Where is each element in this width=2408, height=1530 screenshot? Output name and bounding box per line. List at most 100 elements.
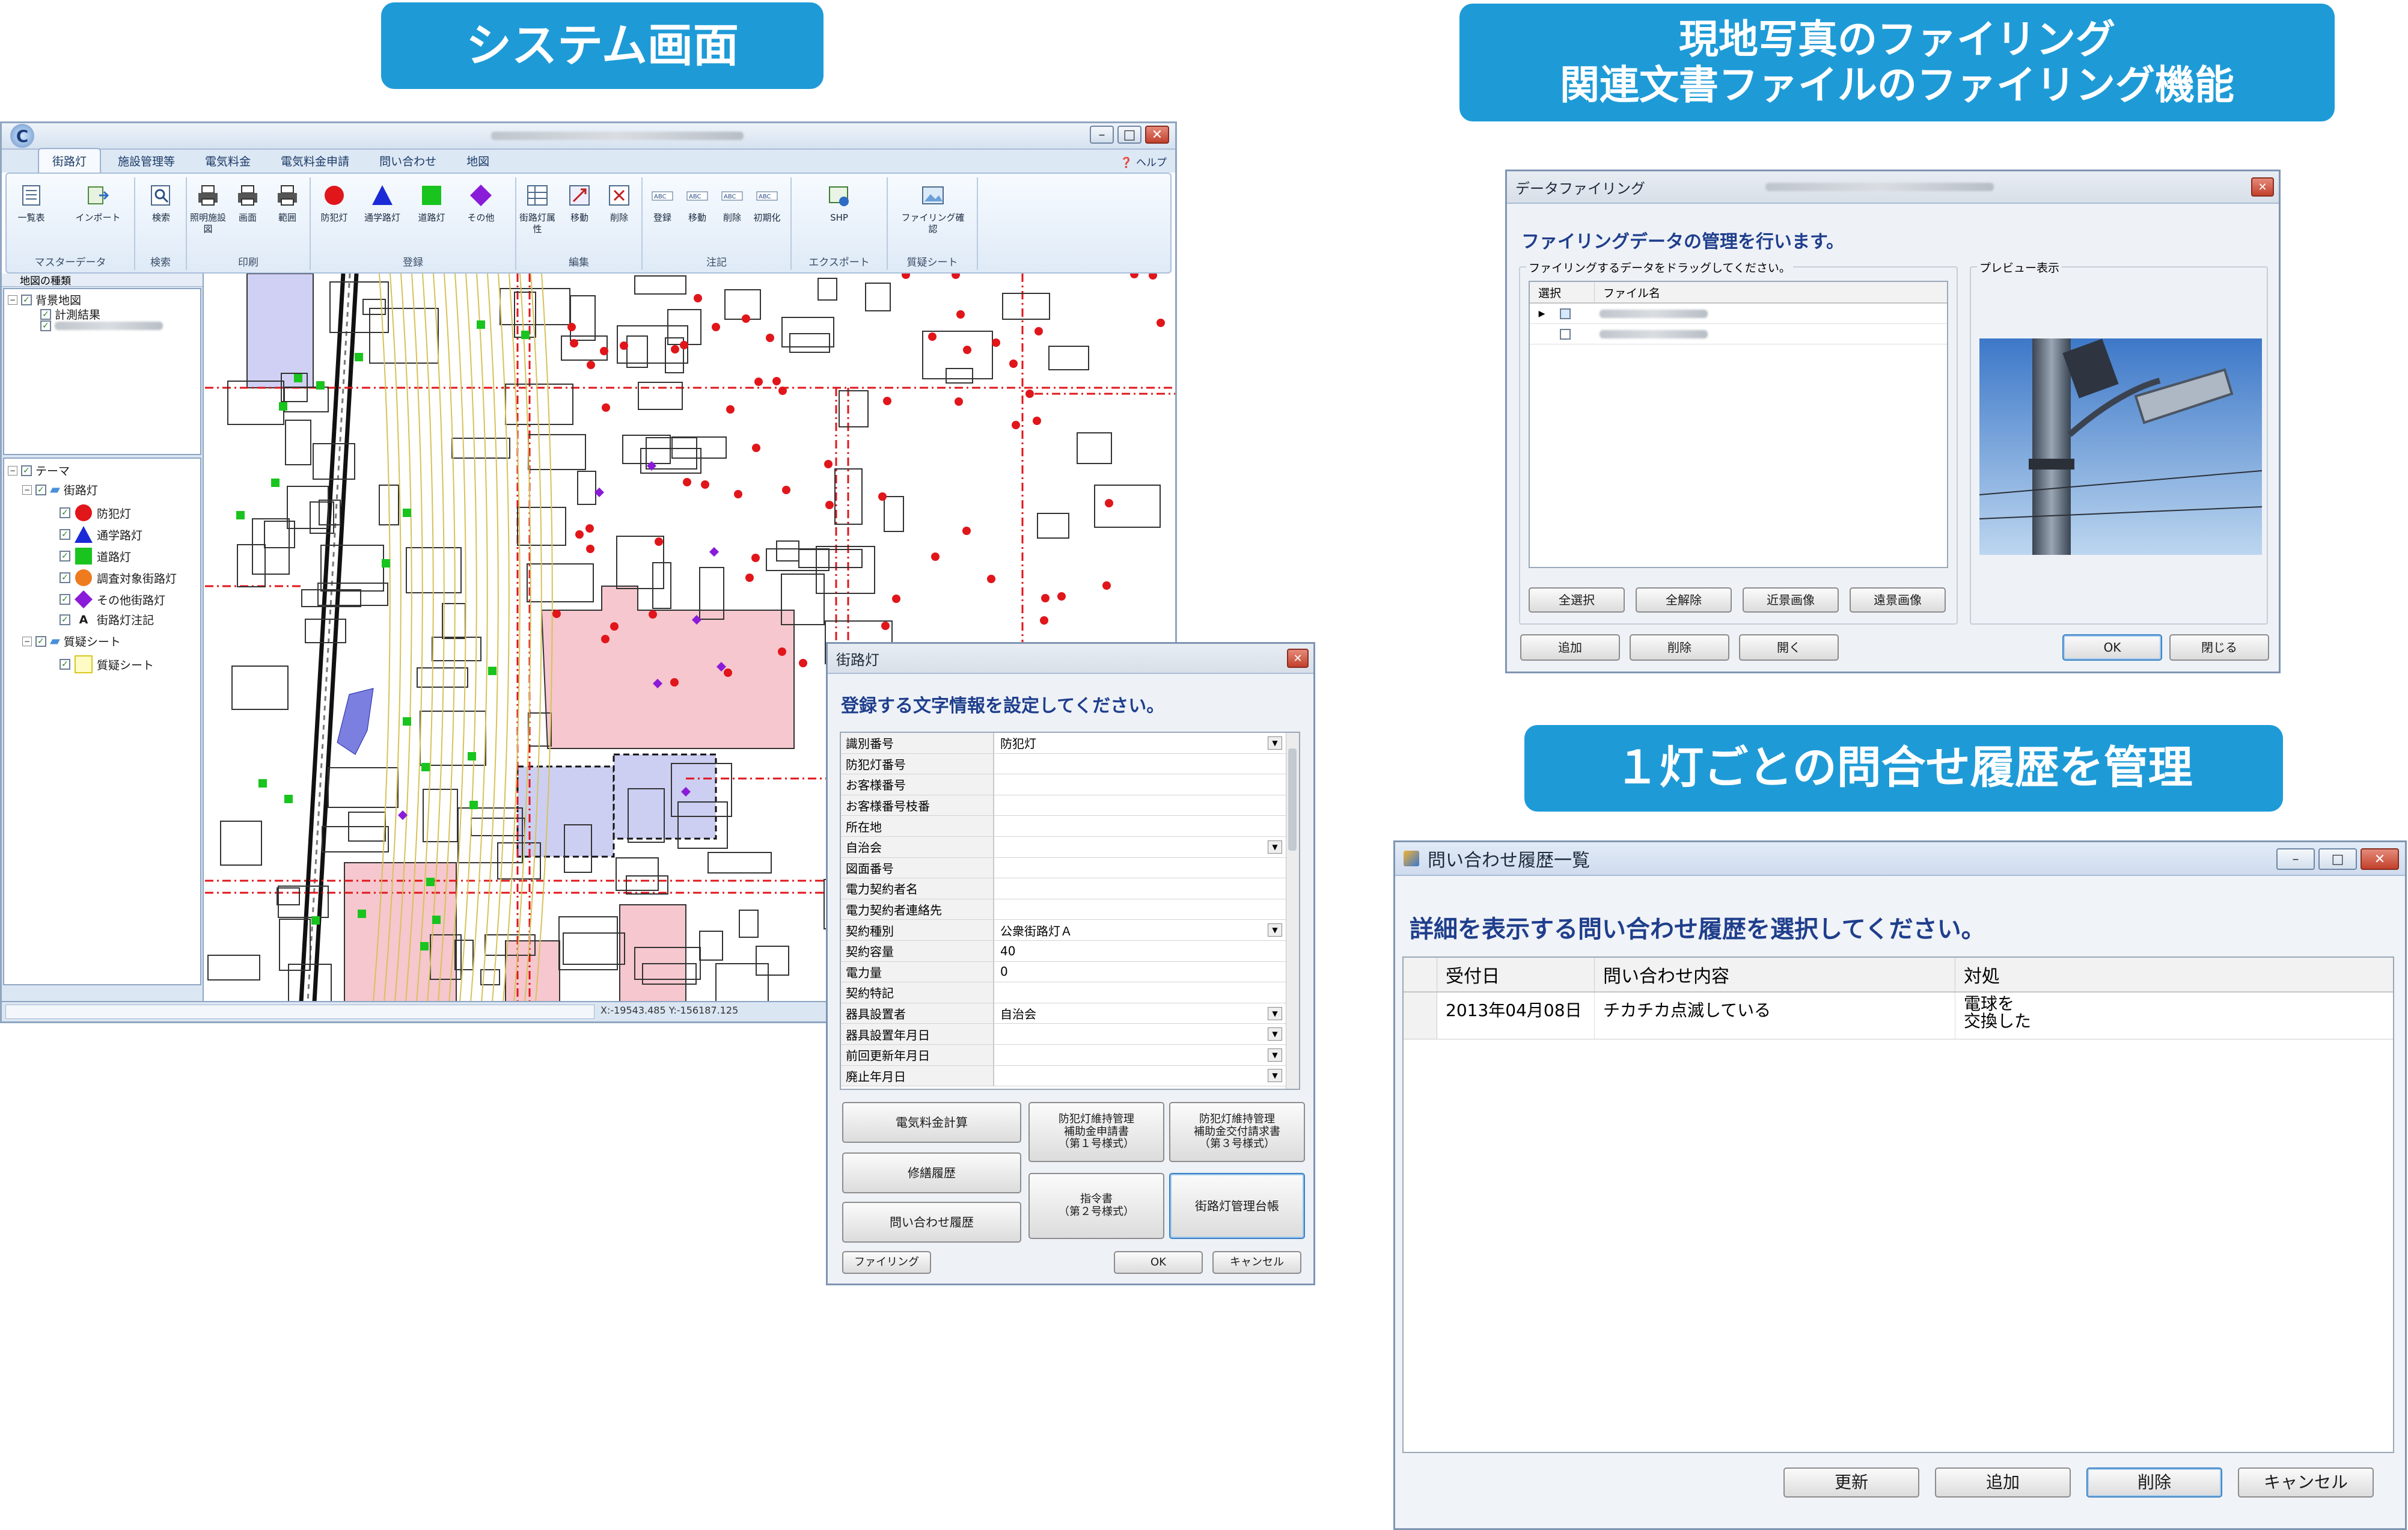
cancel-button[interactable]: キャンセル <box>2238 1467 2374 1498</box>
maximize-button[interactable]: □ <box>1117 126 1141 144</box>
collapse-toggle[interactable]: − <box>8 295 17 305</box>
import-button[interactable]: インポート <box>67 182 129 224</box>
close-button[interactable]: ✕ <box>2361 848 2399 870</box>
register-school-light-button[interactable]: 通学路灯 <box>364 182 401 224</box>
attribute-row[interactable]: 防犯灯番号 <box>841 753 1286 775</box>
grid-scrollbar[interactable] <box>1286 733 1299 1089</box>
filing-button[interactable]: ファイリング <box>842 1251 931 1274</box>
tree-row-other-light[interactable]: ✓ その他街路灯 <box>60 590 165 609</box>
cancel-button[interactable]: キャンセル <box>1212 1251 1301 1274</box>
shp-export-button[interactable]: SHP <box>820 182 858 224</box>
attribute-row[interactable]: 器具設置年月日 ▼ <box>841 1024 1286 1045</box>
checkbox[interactable]: ✓ <box>60 594 70 605</box>
history-row[interactable]: 2013年04月08日 チカチカ点滅している 電球を 交換した <box>1404 993 2393 1039</box>
attribute-value[interactable] <box>994 774 1286 795</box>
subsidy-form1-button[interactable]: 防犯灯維持管理 補助金申請書 （第１号様式） <box>1028 1102 1164 1162</box>
list-button[interactable]: 一覧表 <box>13 182 50 224</box>
tree-row-streetlight-group[interactable]: − ✓ ▰ 街路灯 <box>22 482 98 498</box>
attribute-value[interactable] <box>994 795 1286 816</box>
attribute-value[interactable]: 防犯灯 ▼ <box>994 733 1286 754</box>
file-list[interactable]: 選択 ファイル名 ▶ <box>1529 281 1948 568</box>
attribute-row[interactable]: お客様番号 <box>841 774 1286 795</box>
checkbox[interactable]: ✓ <box>40 308 51 320</box>
add-file-button[interactable]: 追加 <box>1520 634 1620 661</box>
checkbox[interactable]: ✓ <box>21 465 32 476</box>
file-row[interactable] <box>1530 324 1947 344</box>
file-row[interactable]: ▶ <box>1530 304 1947 324</box>
file-checkbox[interactable] <box>1560 328 1571 340</box>
attribute-row[interactable]: 電力契約者名 <box>841 878 1286 899</box>
tab-map[interactable]: 地図 <box>453 149 503 173</box>
checkbox[interactable]: ✓ <box>60 659 70 670</box>
help-link[interactable]: ❓ ヘルプ <box>1120 154 1167 169</box>
print-facility-button[interactable]: 照明施設図 <box>189 182 227 235</box>
col-filename[interactable]: ファイル名 <box>1595 282 1947 302</box>
note-move-button[interactable]: ABC 移動 <box>679 182 716 224</box>
tree-row-blurred[interactable]: ✓ <box>40 320 163 331</box>
tree-row-school-light[interactable]: ✓ 通学路灯 <box>60 525 142 544</box>
attribute-value[interactable]: ▼ <box>994 1045 1286 1066</box>
inquiry-history-button[interactable]: 問い合わせ履歴 <box>842 1202 1021 1243</box>
attribute-value[interactable]: 公衆街路灯Ａ ▼ <box>994 920 1286 941</box>
dialog-close-button[interactable]: ✕ <box>1287 649 1309 668</box>
attribute-value[interactable]: ▼ <box>994 1024 1286 1045</box>
attribute-value[interactable] <box>994 857 1286 879</box>
attribute-row[interactable]: 廃止年月日 ▼ <box>841 1065 1286 1087</box>
subsidy-form3-button[interactable]: 防犯灯維持管理 補助金交付請求書 （第３号様式） <box>1169 1102 1305 1162</box>
tree-row-theme[interactable]: − ✓ テーマ <box>8 462 70 479</box>
tab-electric-apply[interactable]: 電気料金申請 <box>267 149 362 173</box>
tree-row-road-light[interactable]: ✓ 道路灯 <box>60 546 131 566</box>
order-form2-button[interactable]: 指令書 （第２号様式） <box>1028 1173 1164 1239</box>
dropdown-arrow-icon[interactable]: ▼ <box>1268 1027 1282 1041</box>
attribute-value[interactable]: 0 <box>994 961 1286 983</box>
dropdown-arrow-icon[interactable]: ▼ <box>1268 1006 1282 1020</box>
search-button[interactable]: 検索 <box>142 182 180 224</box>
dropdown-arrow-icon[interactable]: ▼ <box>1268 736 1282 750</box>
attribute-value[interactable] <box>994 899 1286 920</box>
attribute-value[interactable]: ▼ <box>994 837 1286 858</box>
attribute-row[interactable]: 前回更新年月日 ▼ <box>841 1045 1286 1066</box>
attribute-row[interactable]: 自治会 ▼ <box>841 837 1286 858</box>
close-button[interactable]: ✕ <box>1145 126 1169 144</box>
attribute-row[interactable]: 電力契約者連絡先 <box>841 899 1286 920</box>
delete-button[interactable]: 削除 <box>2086 1467 2222 1498</box>
checkbox[interactable]: ✓ <box>35 635 46 647</box>
minimize-button[interactable]: – <box>1090 126 1114 144</box>
tree-row-survey-light[interactable]: ✓ 調査対象街路灯 <box>60 568 177 587</box>
streetlight-attr-button[interactable]: 街路灯属性 <box>519 182 556 235</box>
electric-fee-button[interactable]: 電気料金計算 <box>842 1102 1021 1143</box>
tab-inquiry[interactable]: 問い合わせ <box>366 149 450 173</box>
tree-row-survey-result[interactable]: ✓ 計測結果 <box>40 306 100 322</box>
add-button[interactable]: 追加 <box>1935 1467 2071 1498</box>
col-select[interactable]: 選択 <box>1530 282 1595 302</box>
attribute-row[interactable]: 契約特記 <box>841 982 1286 1003</box>
filing-ok-button[interactable]: OK <box>2062 634 2162 661</box>
tab-streetlight[interactable]: 街路灯 <box>38 148 102 173</box>
move-button[interactable]: 移動 <box>561 182 598 224</box>
attribute-row[interactable]: 契約種別 公衆街路灯Ａ ▼ <box>841 920 1286 941</box>
attribute-row[interactable]: 識別番号 防犯灯 ▼ <box>841 733 1286 754</box>
scroll-thumb[interactable] <box>1288 748 1297 851</box>
attribute-row[interactable]: お客様番号枝番 <box>841 795 1286 816</box>
collapse-toggle[interactable]: − <box>8 465 17 476</box>
tab-electric[interactable]: 電気料金 <box>192 149 264 173</box>
checkbox[interactable]: ✓ <box>35 484 46 495</box>
col-received-date[interactable]: 受付日 <box>1437 958 1595 991</box>
maximize-button[interactable]: □ <box>2318 848 2357 870</box>
filing-close-button[interactable]: 閉じる <box>2169 634 2269 661</box>
attribute-value[interactable]: ▼ <box>994 1065 1286 1087</box>
attribute-value[interactable] <box>994 753 1286 775</box>
checkbox[interactable]: ✓ <box>21 294 32 305</box>
collapse-toggle[interactable]: − <box>22 485 32 495</box>
minimize-button[interactable]: – <box>2276 848 2315 870</box>
select-all-button[interactable]: 全選択 <box>1529 587 1625 613</box>
tree-row-background-map[interactable]: − ✓ 背景地図 <box>8 292 81 308</box>
checkbox[interactable]: ✓ <box>60 551 70 562</box>
dropdown-arrow-icon[interactable]: ▼ <box>1268 923 1282 937</box>
far-image-button[interactable]: 遠景画像 <box>1850 587 1946 613</box>
col-action[interactable]: 対処 <box>1955 958 2367 991</box>
attribute-value[interactable] <box>994 816 1286 837</box>
repair-history-button[interactable]: 修繕履歴 <box>842 1152 1021 1193</box>
refresh-button[interactable]: 更新 <box>1783 1467 1919 1498</box>
checkbox[interactable]: ✓ <box>60 507 70 518</box>
